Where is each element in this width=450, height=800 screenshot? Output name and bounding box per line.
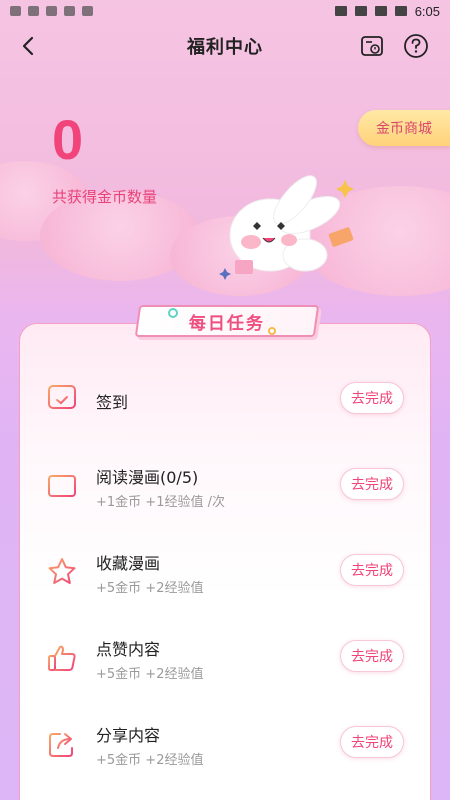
task-title: 分享内容 xyxy=(96,726,161,745)
coin-count-label: 共获得金币数量 xyxy=(52,188,158,206)
task-row-read-comics: 阅读漫画(0/5) +1金币 +1经验值 /次 去完成 xyxy=(20,446,430,526)
notification-icons xyxy=(10,6,93,16)
cat-icon xyxy=(64,6,75,16)
help-icon xyxy=(404,34,428,58)
like-content-go-button[interactable]: 去完成 xyxy=(340,640,404,672)
decoration-dot xyxy=(268,327,276,335)
status-time: 6:05 xyxy=(414,3,440,19)
daily-tasks-tab-label: 每日任务 xyxy=(189,313,265,334)
back-arrow-icon xyxy=(22,36,34,56)
daily-tasks-tab: 每日任务 xyxy=(134,305,320,337)
task-title: 点赞内容 xyxy=(96,640,161,659)
status-bar: 6:05 xyxy=(0,0,450,22)
calendar-icon xyxy=(48,382,76,409)
book-icon xyxy=(48,475,76,497)
task-row-checkin: 签到 去完成 xyxy=(20,360,430,440)
task-reward: +5金币 +2经验值 xyxy=(96,581,204,596)
image-icon xyxy=(46,6,57,16)
task-reward: +5金币 +2经验值 xyxy=(96,667,204,682)
wechat-icon xyxy=(10,6,21,16)
star-icon xyxy=(48,558,76,584)
task-reward: +1金币 +1经验值 /次 xyxy=(96,495,225,510)
record-icon xyxy=(361,36,383,56)
coin-record-button[interactable] xyxy=(358,32,386,60)
thumbs-up-icon xyxy=(48,645,76,671)
task-row-favorite-comics: 收藏漫画 +5金币 +2经验值 去完成 xyxy=(20,532,430,612)
task-reward: +5金币 +2经验值 xyxy=(96,753,204,768)
page-title: 福利中心 xyxy=(187,37,263,58)
task-row-share-content: 分享内容 +5金币 +2经验值 去完成 xyxy=(20,704,430,784)
task-title: 收藏漫画 xyxy=(96,554,161,573)
task-row-like-content: 点赞内容 +5金币 +2经验值 去完成 xyxy=(20,618,430,698)
share-icon xyxy=(49,733,73,757)
help-button[interactable] xyxy=(402,32,430,60)
rabbit-mascot-illustration xyxy=(219,175,354,280)
task-title: 阅读漫画(0/5) xyxy=(96,468,199,487)
battery-icon xyxy=(394,6,407,16)
wifi-icon xyxy=(374,6,387,16)
coin-mall-button[interactable]: 金币商城 xyxy=(358,110,450,146)
system-icons: 6:05 xyxy=(334,3,440,19)
task-title: 签到 xyxy=(96,393,129,412)
top-app-bar: 福利中心 xyxy=(0,26,450,66)
favorite-comics-go-button[interactable]: 去完成 xyxy=(340,554,404,586)
decoration-dot xyxy=(168,308,178,318)
browser-icon xyxy=(28,6,39,16)
key-icon xyxy=(334,6,347,16)
read-comics-go-button[interactable]: 去完成 xyxy=(340,468,404,500)
app-icon xyxy=(82,6,93,16)
coin-count: 0 xyxy=(52,108,84,171)
back-button[interactable] xyxy=(14,30,42,62)
checkin-go-button[interactable]: 去完成 xyxy=(340,382,404,414)
share-content-go-button[interactable]: 去完成 xyxy=(340,726,404,758)
vibrate-icon xyxy=(354,6,367,16)
